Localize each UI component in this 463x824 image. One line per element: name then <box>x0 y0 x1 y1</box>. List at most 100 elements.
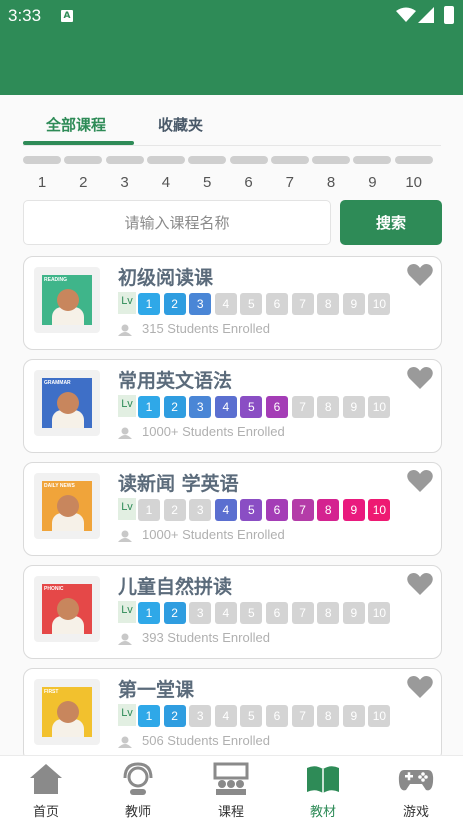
favorite-heart-icon[interactable] <box>407 675 433 699</box>
level-filter-bar[interactable] <box>146 156 185 164</box>
course-card[interactable]: PHONIC 儿童自然拼读 Lv 1 2 3 4 5 6 7 8 9 10 393 Students En… <box>23 565 442 659</box>
course-level-box: 6 <box>266 499 288 521</box>
nav-courses[interactable]: 课程 <box>185 756 277 824</box>
status-bar: 3:33 A <box>0 0 463 32</box>
course-title: 儿童自然拼读 <box>118 576 233 598</box>
course-level-box: 8 <box>317 705 340 727</box>
favorite-heart-icon[interactable] <box>407 263 433 287</box>
course-cover-image: PHONIC <box>42 584 92 634</box>
enrollment-count: 1000+ Students Enrolled <box>142 424 285 439</box>
search-input[interactable] <box>23 200 331 245</box>
wifi-icon <box>396 7 416 22</box>
level-label: Lv <box>118 601 136 623</box>
level-label: Lv <box>118 704 136 726</box>
level-filter-bar[interactable] <box>188 156 227 164</box>
course-level-box: 10 <box>368 602 391 624</box>
level-filter-bar[interactable] <box>394 156 433 164</box>
level-filter-bar[interactable] <box>353 156 392 164</box>
favorite-heart-icon[interactable] <box>407 469 433 493</box>
enrollment-count: 315 Students Enrolled <box>142 321 270 336</box>
nav-teacher[interactable]: 教师 <box>92 756 184 824</box>
course-level-box: 6 <box>266 705 288 727</box>
status-time: 3:33 <box>8 6 42 25</box>
course-card[interactable]: FIRST 第一堂课 Lv 1 2 3 4 5 6 7 8 9 10 506 Students Enrol… <box>23 668 442 762</box>
signal-icon <box>418 7 434 23</box>
course-card[interactable]: DAILY NEWS 读新闻 学英语 Lv 1 2 3 4 5 6 7 8 9 10 1000+ Stud… <box>23 462 442 556</box>
course-level-box: 10 <box>368 499 391 521</box>
level-filter-bar[interactable] <box>312 156 351 164</box>
course-title: 初级阅读课 <box>118 267 214 289</box>
nav-games[interactable]: 游戏 <box>370 756 462 824</box>
level-filter-bar[interactable] <box>105 156 144 164</box>
level-filter-number[interactable]: 10 <box>395 174 433 191</box>
gamepad-icon <box>398 770 434 791</box>
level-label: Lv <box>118 395 136 417</box>
nav-home-label: 首页 <box>32 805 59 820</box>
course-cover-image: READING <box>42 275 92 325</box>
course-level-box: 3 <box>189 396 212 418</box>
course-card[interactable]: READING 初级阅读课 Lv 1 2 3 4 5 6 7 8 9 10 315 Students En… <box>23 256 442 350</box>
course-level-box: 6 <box>266 602 288 624</box>
tab-favorites[interactable]: 收藏夹 <box>158 114 203 135</box>
level-filter-number[interactable]: 4 <box>147 174 185 191</box>
course-cover: FIRST <box>34 679 100 745</box>
course-level-box: 10 <box>368 705 391 727</box>
nav-textbooks[interactable]: 教材 <box>277 756 369 824</box>
search-button[interactable]: 搜索 <box>340 200 442 245</box>
level-filter-number[interactable]: 6 <box>230 174 268 191</box>
course-cover: PHONIC <box>34 576 100 642</box>
course-level-box: 2 <box>163 602 186 624</box>
course-level-box: 9 <box>342 396 365 418</box>
level-filter-number[interactable]: 7 <box>271 174 309 191</box>
favorite-heart-icon[interactable] <box>407 366 433 390</box>
level-filter-number[interactable]: 5 <box>188 174 226 191</box>
enrollment-count: 506 Students Enrolled <box>142 733 270 748</box>
tab-all-courses[interactable]: 全部课程 <box>46 114 106 135</box>
cover-person-head <box>57 289 79 311</box>
course-card[interactable]: GRAMMAR 常用英文语法 Lv 1 2 3 4 5 6 7 8 9 10 1000+ Students… <box>23 359 442 453</box>
level-filter-bar[interactable] <box>64 156 103 164</box>
course-level-box: 5 <box>240 293 263 315</box>
course-cover: GRAMMAR <box>34 370 100 436</box>
nav-home[interactable]: 首页 <box>0 756 92 824</box>
enrollment-count: 1000+ Students Enrolled <box>142 527 285 542</box>
course-level-box: 8 <box>317 396 340 418</box>
course-level-box: 1 <box>138 293 160 315</box>
students-icon <box>118 427 132 439</box>
level-filter-number[interactable]: 8 <box>312 174 350 191</box>
level-label: Lv <box>118 292 136 314</box>
course-level-box: 9 <box>342 705 365 727</box>
course-level-box: 9 <box>342 602 365 624</box>
favorite-heart-icon[interactable] <box>407 572 433 596</box>
course-cover-tag: DAILY NEWS <box>44 483 75 489</box>
course-cover-tag: READING <box>44 277 68 283</box>
course-level-box: 3 <box>189 499 212 521</box>
level-filter-number[interactable]: 2 <box>64 174 102 191</box>
level-filter-number[interactable]: 9 <box>353 174 391 191</box>
battery-icon <box>444 6 454 24</box>
level-filter-number[interactable]: 3 <box>106 174 144 191</box>
course-level-box: 4 <box>214 602 237 624</box>
nav-teacher-label: 教师 <box>124 805 151 820</box>
course-cover-image: DAILY NEWS <box>42 481 92 531</box>
cover-person-head <box>57 701 79 723</box>
students-icon <box>118 633 132 645</box>
course-level-box: 5 <box>240 396 263 418</box>
course-level-box: 5 <box>240 602 263 624</box>
course-title: 第一堂课 <box>118 679 195 701</box>
course-cover: READING <box>34 267 100 333</box>
course-cover-tag: GRAMMAR <box>44 380 71 386</box>
level-filter-bar[interactable] <box>270 156 309 164</box>
course-level-box: 6 <box>266 293 288 315</box>
nav-textbooks-label: 教材 <box>309 805 336 820</box>
level-filter-bar[interactable] <box>229 156 268 164</box>
level-filter-bar[interactable] <box>23 156 61 164</box>
book-icon <box>307 766 339 793</box>
course-level-box: 5 <box>240 705 263 727</box>
home-icon <box>30 764 62 794</box>
cover-person-head <box>57 495 79 517</box>
course-title: 读新闻 学英语 <box>118 473 239 495</box>
course-level-box: 2 <box>163 705 186 727</box>
level-filter-number[interactable]: 1 <box>23 174 61 191</box>
students-icon <box>118 736 132 748</box>
